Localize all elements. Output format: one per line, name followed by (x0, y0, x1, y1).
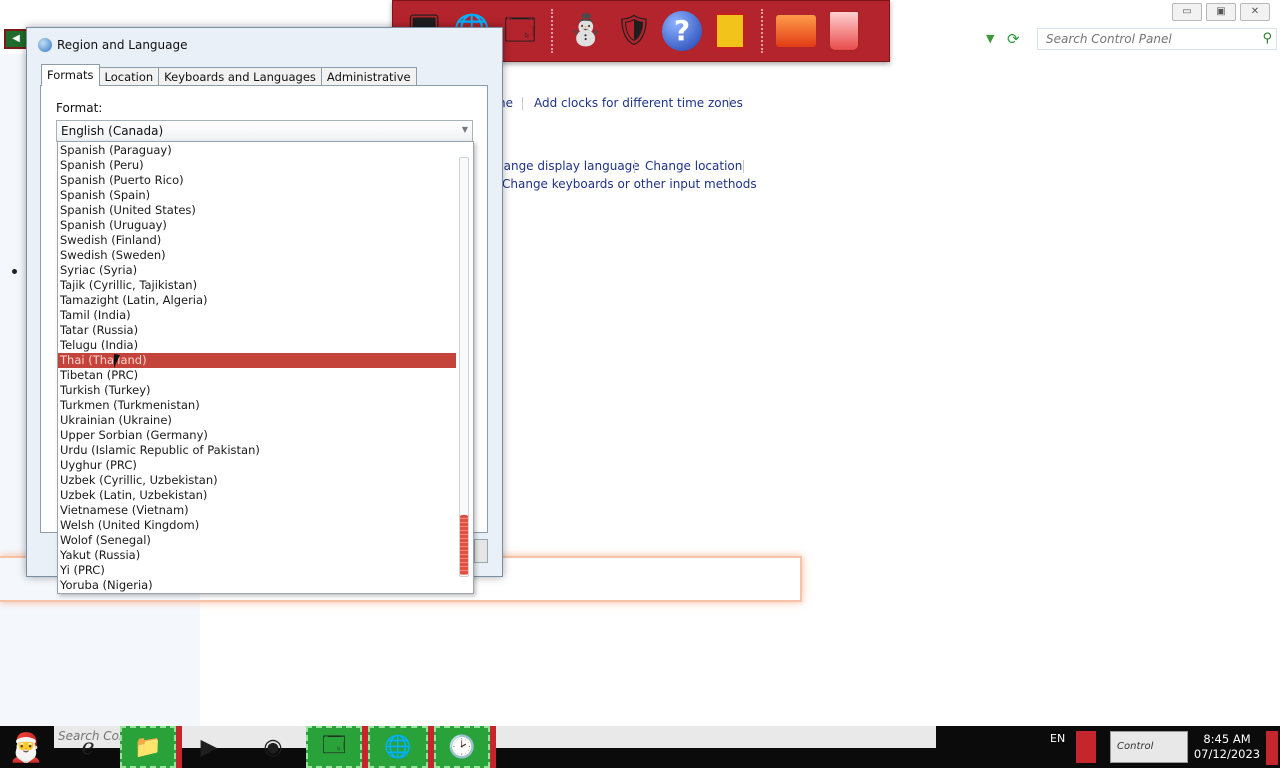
list-item[interactable]: Turkmen (Turkmenistan) (58, 398, 456, 413)
link-separator (522, 97, 523, 110)
link-separator (743, 160, 744, 173)
taskbar-display-settings-icon[interactable]: 🗔 (306, 726, 362, 768)
bullet-marker (12, 269, 17, 274)
tray-red-item[interactable] (1076, 731, 1096, 763)
chevron-down-icon[interactable]: ▼ (462, 125, 468, 134)
list-item[interactable]: Urdu (Islamic Republic of Pakistan) (58, 443, 456, 458)
control-panel-search[interactable]: ⚲ (1037, 28, 1277, 50)
window-controls: ▭ ▣ ✕ (1172, 3, 1270, 21)
link-separator (634, 160, 635, 173)
list-item[interactable]: Spanish (United States) (58, 203, 456, 218)
link-separator (729, 97, 730, 110)
taskbar-network-icon[interactable]: 🌐 (368, 726, 428, 768)
list-item[interactable]: Ukrainian (Ukraine) (58, 413, 456, 428)
tab-formats[interactable]: Formats (41, 64, 100, 86)
format-label: Format: (56, 101, 103, 115)
link-change-display-language[interactable]: hange display language (496, 159, 640, 173)
taskbar-folder-icon[interactable]: 📁 (120, 726, 176, 768)
list-item[interactable]: Welsh (United Kingdom) (58, 518, 456, 533)
list-item[interactable]: Uzbek (Latin, Uzbekistan) (58, 488, 456, 503)
link-change-keyboards[interactable]: Change keyboards or other input methods (502, 177, 757, 191)
folder-icon-button[interactable] (775, 8, 817, 54)
gift-icon (715, 13, 745, 49)
taskbar-item-divider (176, 726, 182, 768)
format-select[interactable]: English (Canada) ▼ (56, 120, 473, 142)
link-add-clocks[interactable]: Add clocks for different time zones (534, 96, 743, 110)
recycle-bin-icon (829, 11, 859, 51)
list-item[interactable]: Tamil (India) (58, 308, 456, 323)
list-item[interactable]: Spanish (Puerto Rico) (58, 173, 456, 188)
list-item[interactable]: Spanish (Uruguay) (58, 218, 456, 233)
list-item[interactable]: Tatar (Russia) (58, 323, 456, 338)
show-desktop-button[interactable] (1266, 731, 1278, 765)
dropdown-scrollbar[interactable] (459, 157, 469, 577)
globe-icon (38, 38, 52, 52)
tab-administrative[interactable]: Administrative (320, 67, 417, 86)
list-item[interactable]: Yoruba (Nigeria) (58, 578, 456, 593)
folder-icon (776, 15, 816, 47)
tab-keyboards-languages[interactable]: Keyboards and Languages (158, 67, 322, 86)
recycle-bin-icon-button[interactable] (823, 8, 865, 54)
dialog-title: Region and Language (57, 38, 188, 52)
system-clock[interactable]: 8:45 AM 07/12/2023 (1190, 732, 1264, 762)
back-button[interactable]: ◀ (4, 29, 28, 49)
list-item[interactable]: Turkish (Turkey) (58, 383, 456, 398)
list-item[interactable]: Vietnamese (Vietnam) (58, 503, 456, 518)
list-item[interactable]: Swedish (Finland) (58, 233, 456, 248)
help-icon-button[interactable]: ? (661, 8, 703, 54)
list-item[interactable]: Tibetan (PRC) (58, 368, 456, 383)
display-settings-icon[interactable]: 🗔 (499, 8, 541, 54)
format-select-value: English (Canada) (61, 124, 164, 138)
list-item[interactable]: Yakut (Russia) (58, 548, 456, 563)
list-item[interactable]: Swedish (Sweden) (58, 248, 456, 263)
taskbar-item-divider (490, 726, 496, 768)
clock-time: 8:45 AM (1203, 732, 1251, 746)
snowman-icon[interactable]: ⛄ (565, 8, 607, 54)
list-item[interactable]: Syriac (Syria) (58, 263, 456, 278)
clock-date: 07/12/2023 (1193, 747, 1261, 761)
dialog-tabs: Formats Location Keyboards and Languages… (41, 64, 417, 86)
dock-separator (761, 9, 765, 53)
list-item[interactable]: Yi (PRC) (58, 563, 456, 578)
taskbar-clock-globe-icon[interactable]: 🕑 (434, 726, 490, 768)
list-item[interactable]: Telugu (India) (58, 338, 456, 353)
chrome-icon[interactable]: ◉ (254, 726, 292, 768)
help-icon: ? (662, 11, 702, 51)
address-dropdown-icon[interactable]: ▼ (986, 32, 994, 45)
start-button-santa-icon[interactable]: 🎅 (4, 728, 48, 768)
language-indicator[interactable]: EN (1050, 732, 1065, 745)
list-item[interactable]: Spanish (Peru) (58, 158, 456, 173)
dock-separator (551, 9, 555, 53)
list-item[interactable]: Wolof (Senegal) (58, 533, 456, 548)
search-icon[interactable]: ⚲ (1262, 31, 1272, 46)
restore-button[interactable]: ▣ (1206, 3, 1236, 21)
list-item[interactable]: Upper Sorbian (Germany) (58, 428, 456, 443)
minimize-button[interactable]: ▭ (1172, 3, 1202, 21)
link-change-location[interactable]: Change location (645, 159, 742, 173)
refresh-icon[interactable]: ⟳ (1007, 30, 1020, 48)
control-panel-search-input[interactable] (1038, 29, 1254, 49)
close-button[interactable]: ✕ (1240, 3, 1270, 21)
tray-window-preview[interactable]: Control (1110, 731, 1188, 763)
dialog-button[interactable] (474, 539, 488, 563)
internet-explorer-icon[interactable]: ℯ (66, 726, 110, 768)
list-item[interactable]: Spanish (Spain) (58, 188, 456, 203)
list-item[interactable]: Tamazight (Latin, Algeria) (58, 293, 456, 308)
list-item[interactable]: Uyghur (PRC) (58, 458, 456, 473)
media-player-icon[interactable]: ▶ (192, 726, 226, 768)
list-item[interactable]: Tajik (Cyrillic, Tajikistan) (58, 278, 456, 293)
mouse-cursor-icon (114, 353, 126, 371)
scrollbar-thumb[interactable] (460, 515, 468, 575)
gift-icon-button[interactable] (709, 8, 751, 54)
tab-location[interactable]: Location (98, 67, 160, 86)
list-item[interactable]: Uzbek (Cyrillic, Uzbekistan) (58, 473, 456, 488)
list-item[interactable]: Spanish (Paraguay) (58, 143, 456, 158)
windows-security-icon[interactable]: 🛡 (613, 8, 655, 54)
